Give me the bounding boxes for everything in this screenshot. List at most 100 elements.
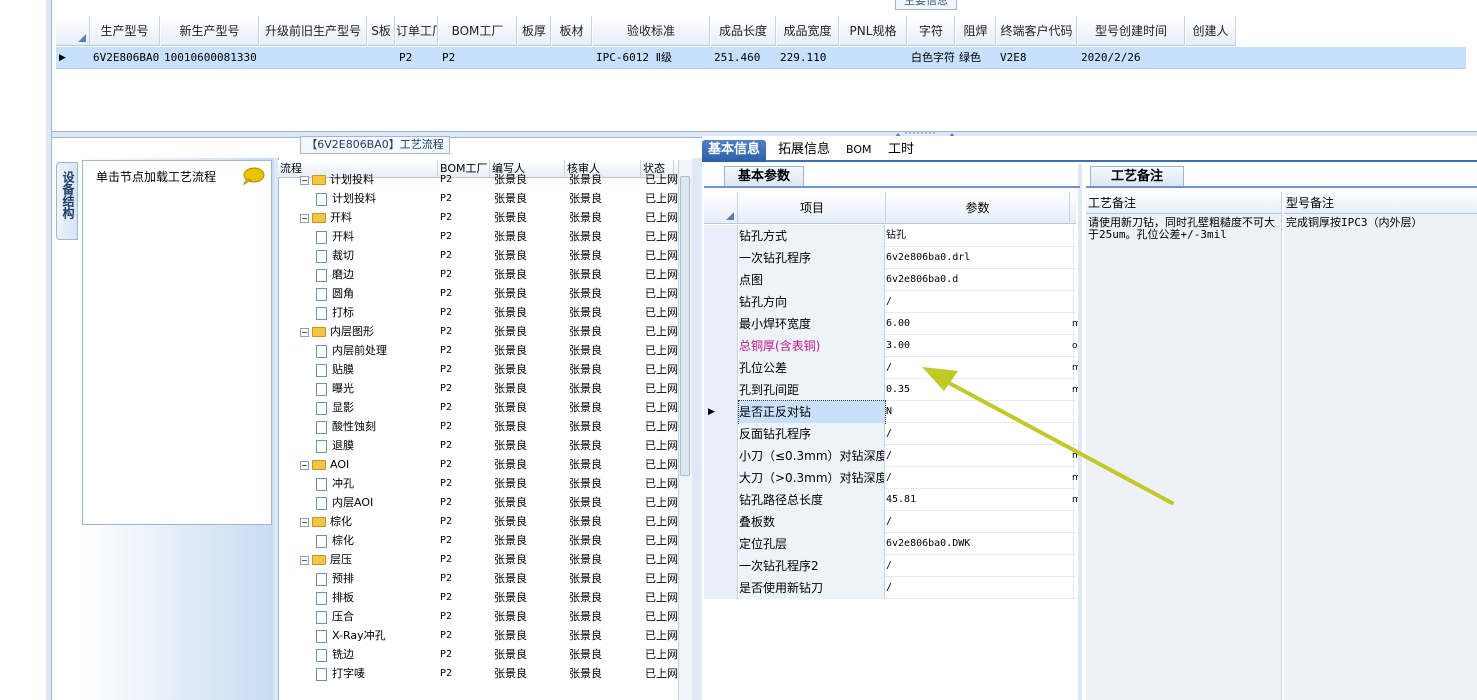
tree-row[interactable]: 打标 P2 张景良 张景良 已上网 (278, 303, 678, 322)
param-row[interactable]: 是否使用新钻刀 / (704, 577, 1076, 599)
tree-row[interactable]: 磨边 P2 张景良 张景良 已上网 (278, 265, 678, 284)
table-cell[interactable]: P2 (439, 47, 517, 69)
param-value[interactable]: / (886, 511, 1074, 533)
row-selector[interactable] (704, 511, 738, 533)
tree-row[interactable]: 开料 P2 张景良 张景良 已上网 (278, 227, 678, 246)
row-selector[interactable] (704, 533, 738, 555)
tree-row[interactable]: 显影 P2 张景良 张景良 已上网 (278, 398, 678, 417)
vertical-splitter-middle[interactable] (692, 158, 702, 700)
tree-row[interactable]: 曝光 P2 张景良 张景良 已上网 (278, 379, 678, 398)
param-value[interactable]: 45.81 (886, 489, 1074, 511)
param-value[interactable]: 6v2e806ba0.drl (886, 247, 1074, 269)
param-value[interactable]: / (886, 291, 1074, 313)
param-value[interactable]: / (886, 357, 1074, 379)
column-header[interactable]: 字符 (908, 16, 955, 46)
column-header[interactable]: BOM工厂 (439, 16, 517, 46)
tree-node-label[interactable]: 内层前处理 (316, 341, 440, 360)
tree-row[interactable]: − AOI P2 张景良 张景良 已上网 (278, 455, 678, 474)
table-cell[interactable]: 绿色 (956, 47, 996, 69)
tree-node-label[interactable]: 开料 (316, 227, 440, 246)
param-value[interactable]: / (886, 577, 1074, 599)
tree-row[interactable]: 排板 P2 张景良 张景良 已上网 (278, 588, 678, 607)
tree-node-label[interactable]: − 计划投料 (300, 170, 440, 189)
table-row[interactable]: ▶ 6V2E806BA0 10010600081330 P2 P2 IPC-6012 Ⅱ级… (56, 47, 1466, 69)
tree-node-label[interactable]: 铣边 (316, 645, 440, 664)
table-cell[interactable]: P2 (396, 47, 438, 69)
param-value[interactable]: 6.00 (886, 313, 1074, 335)
column-header[interactable]: 板厚 (518, 16, 551, 46)
column-header[interactable]: PNL规格 (840, 16, 907, 46)
param-row[interactable]: 反面钻孔程序 / (704, 423, 1076, 445)
row-selector[interactable] (704, 489, 738, 511)
tree-node-label[interactable]: 内层AOI (316, 493, 440, 512)
table-cell[interactable] (552, 47, 592, 69)
param-value[interactable]: / (886, 445, 1074, 467)
tree-node-label[interactable]: 打字唛 (316, 664, 440, 683)
tree-row[interactable]: 退膜 P2 张景良 张景良 已上网 (278, 436, 678, 455)
param-row[interactable]: 小刀（≤0.3mm）对钻深度 / m (704, 445, 1078, 467)
process-scrollbar-thumb[interactable] (680, 176, 690, 476)
row-selector[interactable] (704, 269, 738, 291)
tree-row[interactable]: 压合 P2 张景良 张景良 已上网 (278, 607, 678, 626)
row-selector[interactable] (704, 335, 738, 357)
tree-row[interactable]: 棕化 P2 张景良 张景良 已上网 (278, 531, 678, 550)
table-cell[interactable]: 251.460 (711, 47, 776, 69)
column-header[interactable]: 升级前旧生产型号 (260, 16, 367, 46)
tree-node-label[interactable]: 裁切 (316, 246, 440, 265)
tree-node-label[interactable]: 贴膜 (316, 360, 440, 379)
param-value[interactable]: 钻孔 (886, 225, 1074, 247)
table-cell[interactable]: 2020/2/26 (1078, 47, 1185, 69)
tree-node-label[interactable]: 酸性蚀刻 (316, 417, 440, 436)
remarks-tab[interactable]: 工艺备注 (1090, 166, 1184, 186)
tree-row[interactable]: 裁切 P2 张景良 张景良 已上网 (278, 246, 678, 265)
column-header[interactable]: 终端客户代码 (997, 16, 1077, 46)
table-cell[interactable] (1186, 47, 1236, 69)
column-header[interactable]: S板 (368, 16, 395, 46)
param-row[interactable]: 一次钻孔程序 6v2e806ba0.drl (704, 247, 1076, 269)
tree-node-label[interactable]: − 内层图形 (300, 322, 440, 341)
collapse-icon[interactable]: − (300, 327, 309, 337)
tab-basic-info[interactable]: 基本信息 (702, 140, 767, 162)
param-value[interactable]: / (886, 423, 1074, 445)
collapse-icon[interactable]: − (300, 213, 309, 223)
tree-row[interactable]: 冲孔 P2 张景良 张景良 已上网 (278, 474, 678, 493)
param-row[interactable]: 叠板数 / (704, 511, 1076, 533)
row-selector[interactable] (704, 247, 738, 269)
column-header[interactable]: 创建人 (1186, 16, 1236, 46)
tree-node-label[interactable]: 计划投料 (316, 189, 440, 208)
table-cell[interactable]: 229.110 (777, 47, 839, 69)
basic-params-title[interactable]: 基本参数 (724, 166, 804, 186)
row-selector[interactable] (704, 467, 738, 489)
row-selector[interactable] (704, 445, 738, 467)
row-selector[interactable] (704, 313, 738, 335)
row-selector[interactable] (704, 379, 738, 401)
row-selector[interactable] (704, 423, 738, 445)
row-selector[interactable] (704, 357, 738, 379)
tree-row[interactable]: − 内层图形 P2 张景良 张景良 已上网 (278, 322, 678, 341)
model-remark-field[interactable]: 完成铜厚按IPC3（内外层） (1284, 214, 1477, 700)
tree-node-label[interactable]: − 棕化 (300, 512, 440, 531)
column-header-param[interactable]: 参数 (886, 192, 1070, 224)
tree-row[interactable]: 圆角 P2 张景良 张景良 已上网 (278, 284, 678, 303)
row-selector[interactable] (704, 291, 738, 313)
table-cell[interactable] (518, 47, 551, 69)
tree-row[interactable]: − 开料 P2 张景良 张景良 已上网 (278, 208, 678, 227)
tree-node-label[interactable]: 曝光 (316, 379, 440, 398)
tree-node-label[interactable]: 棕化 (316, 531, 440, 550)
tree-row[interactable]: 计划投料 P2 张景良 张景良 已上网 (278, 189, 678, 208)
tree-node-label[interactable]: 排板 (316, 588, 440, 607)
param-value[interactable]: 6v2e806ba0.DWK (886, 533, 1074, 555)
column-header-item[interactable]: 项目 (739, 192, 886, 224)
tree-row[interactable]: − 层压 P2 张景良 张景良 已上网 (278, 550, 678, 569)
tree-row[interactable]: 内层AOI P2 张景良 张景良 已上网 (278, 493, 678, 512)
param-row[interactable]: 点图 6v2e806ba0.d (704, 269, 1076, 291)
column-header[interactable]: 生产型号 (90, 16, 160, 46)
table-cell[interactable] (840, 47, 907, 69)
collapse-icon[interactable]: − (300, 555, 309, 565)
collapse-icon[interactable]: − (300, 517, 309, 527)
row-selector[interactable] (704, 555, 738, 577)
tree-row[interactable]: 铣边 P2 张景良 张景良 已上网 (278, 645, 678, 664)
table-cell[interactable]: IPC-6012 Ⅱ级 (593, 47, 710, 69)
tree-node-label[interactable]: 圆角 (316, 284, 440, 303)
param-row[interactable]: 孔位公差 / m (704, 357, 1078, 379)
